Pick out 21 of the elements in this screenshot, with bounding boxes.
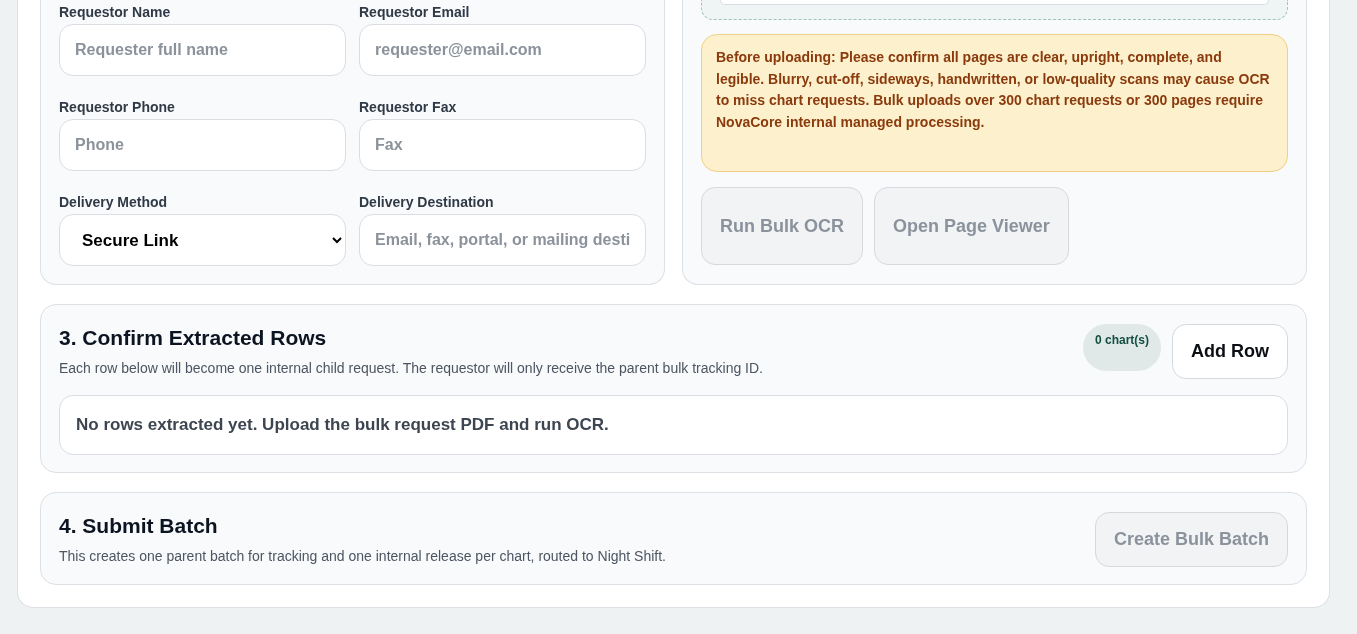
field-label: Delivery Method	[59, 194, 169, 208]
section-description: This creates one parent batch for tracking and one internal release per chart, routed to Night Shift.	[59, 548, 667, 564]
input-field[interactable]: Phone	[59, 119, 346, 171]
field-label: Requestor Name	[59, 4, 172, 18]
field-label: Requestor Email	[359, 4, 471, 18]
button[interactable]: Add Row	[1172, 324, 1288, 379]
section-title: 3. Confirm Extracted Rows	[59, 326, 328, 350]
input-field[interactable]: Email, fax, portal, or mailing desti	[359, 214, 646, 266]
section-description: Each row below will become one internal child request. The requestor will only receive the parent bulk tracking ID.	[59, 360, 764, 376]
empty-state-message: No rows extracted yet. Upload the bulk request PDF and run OCR.	[59, 395, 1288, 455]
field-label: Delivery Destination	[359, 194, 495, 208]
section-title: 4. Submit Batch	[59, 514, 219, 538]
field-label: Requestor Phone	[59, 99, 176, 113]
upload-dropzone[interactable]	[701, 0, 1288, 20]
count-badge: 0 chart(s)	[1082, 324, 1161, 371]
input-field[interactable]: Fax	[359, 119, 646, 171]
field-label: Requestor Fax	[359, 99, 458, 113]
select-field[interactable]: Secure Link	[59, 214, 346, 266]
warning-message: Before uploading: Please confirm all pages are clear, upright, complete, and legible. Blurry, cut-off, sideways, handwritten, or low-quality scans may cause OCR to miss chart requests. Bulk uploads over 300 chart requests or 300 pages require NovaCore internal managed processing.	[701, 34, 1288, 172]
input-field[interactable]: requester@email.com	[359, 24, 646, 76]
input-field[interactable]: Requester full name	[59, 24, 346, 76]
